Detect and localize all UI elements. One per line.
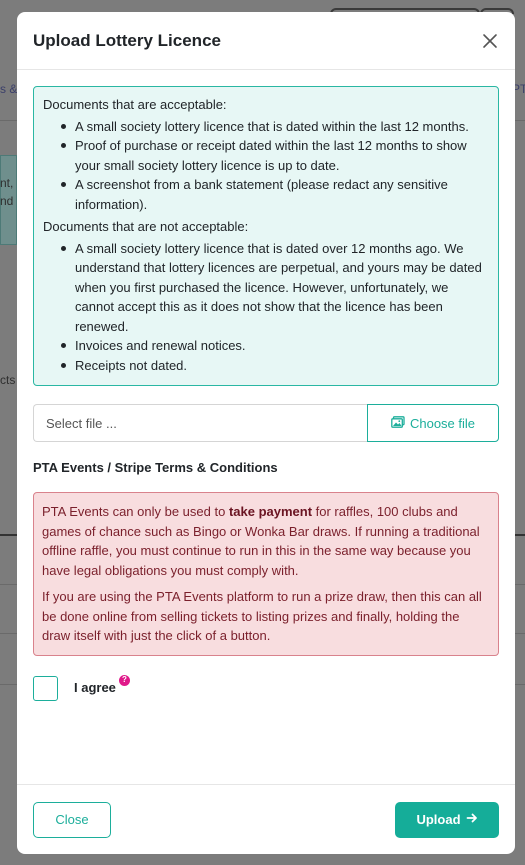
terms-alert: PTA Events can only be used to take paym… [33, 492, 499, 656]
choose-file-button[interactable]: Choose file [367, 404, 499, 442]
close-button[interactable]: Close [33, 801, 111, 838]
upload-licence-modal: Upload Lottery Licence Documents that ar… [17, 12, 515, 854]
acceptable-heading: Documents that are acceptable: [43, 97, 227, 112]
list-item: Invoices and renewal notices. [61, 336, 489, 356]
terms-paragraph: If you are using the PTA Events platform… [42, 589, 482, 643]
terms-title: PTA Events / Stripe Terms & Conditions [33, 460, 278, 475]
agree-label: I agree [74, 679, 116, 695]
image-icon [391, 415, 405, 431]
modal-header: Upload Lottery Licence [17, 12, 515, 70]
file-picker: Select file ... Choose file [33, 404, 499, 442]
agree-row: I agree ? [33, 674, 499, 701]
list-item: A small society lottery licence that is … [61, 117, 489, 137]
choose-file-label: Choose file [409, 415, 476, 431]
close-icon[interactable] [479, 30, 501, 52]
help-icon[interactable]: ? [118, 674, 130, 686]
list-item: Proof of purchase or receipt dated withi… [61, 136, 489, 175]
background-text: s & [0, 82, 18, 96]
background-text: nt, nd [0, 176, 14, 208]
upload-button[interactable]: Upload [395, 801, 499, 838]
upload-label: Upload [416, 812, 461, 827]
terms-emphasis: take payment [228, 504, 313, 519]
agree-checkbox[interactable] [33, 675, 58, 701]
background-text: cts [0, 373, 16, 387]
not-acceptable-list: A small society lottery licence that is … [43, 239, 489, 376]
documents-info-box: Documents that are acceptable: A small s… [33, 86, 499, 386]
file-input[interactable]: Select file ... [33, 404, 367, 442]
acceptable-list: A small society lottery licence that is … [43, 117, 489, 215]
list-item: A small society lottery licence that is … [61, 239, 489, 337]
modal-body: Documents that are acceptable: A small s… [17, 70, 515, 701]
terms-paragraph: PTA Events can only be used to take paym… [42, 504, 480, 578]
modal-title: Upload Lottery Licence [33, 30, 221, 50]
not-acceptable-heading: Documents that are not acceptable: [43, 219, 249, 234]
arrow-right-icon [466, 812, 478, 827]
list-item: Receipts not dated. [61, 356, 489, 376]
list-item: A screenshot from a bank statement (plea… [61, 175, 489, 214]
modal-footer: Close Upload [17, 784, 515, 854]
